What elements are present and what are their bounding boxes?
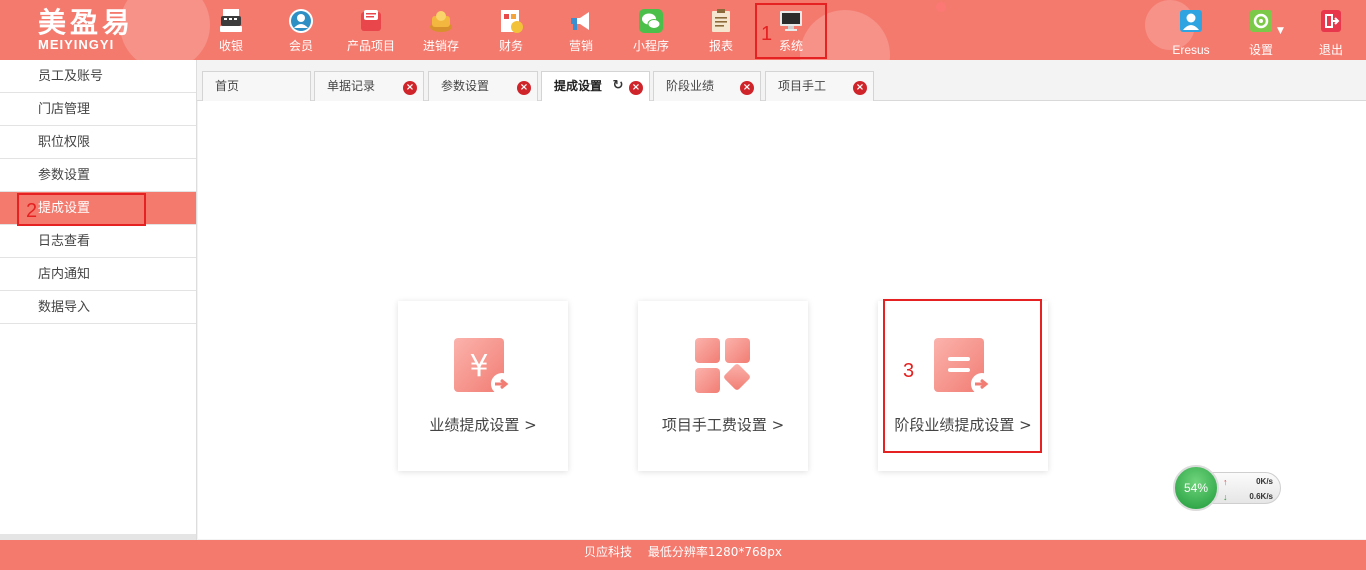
tab-bar: 首页 单据记录 × 参数设置 × 提成设置 ↻ × 阶段业绩 × 项目手工 × xyxy=(197,60,1366,102)
tab-commission[interactable]: 提成设置 ↻ × xyxy=(541,71,650,102)
tab-label: 阶段业绩 xyxy=(666,79,715,93)
user-profile[interactable]: Eresus xyxy=(1156,0,1226,60)
user-icon xyxy=(1180,10,1202,32)
footer: 贝应科技 最低分辨率1280*768px xyxy=(0,540,1366,570)
tab-params[interactable]: 参数设置 × xyxy=(428,71,538,101)
logo-text-cn: 美盈易 xyxy=(38,6,135,39)
user-name: Eresus xyxy=(1172,43,1210,57)
finance-icon xyxy=(501,10,523,33)
chevron-down-icon: ▼ xyxy=(1277,26,1284,36)
download-speed-value: 0.6K/s xyxy=(1249,492,1273,501)
top-bar: 美盈易 MEIYINGYI 收银 会员 产品项目 进销存 财务 营销 小程序 报… xyxy=(0,0,1366,60)
nav-label: 会员 xyxy=(288,39,313,53)
sidebar-item-import[interactable]: 数据导入 xyxy=(0,291,196,324)
close-icon[interactable]: × xyxy=(853,81,867,95)
settings-label: 设置 xyxy=(1248,43,1273,57)
sidebar-item-staff[interactable]: 员工及账号 xyxy=(0,60,196,93)
sidebar-item-permissions[interactable]: 职位权限 xyxy=(0,126,196,159)
member-icon xyxy=(289,9,313,33)
gear-icon xyxy=(1250,10,1272,32)
svg-text:¥: ¥ xyxy=(469,349,488,384)
nav-cashier[interactable]: 收银 xyxy=(196,0,266,60)
nav-inventory[interactable]: 进销存 xyxy=(406,0,476,60)
card-stage-commission[interactable]: 阶段业绩提成设置 > xyxy=(878,301,1048,471)
sidebar: 员工及账号 门店管理 职位权限 参数设置 提成设置 日志查看 店内通知 数据导入 xyxy=(0,60,197,540)
inventory-icon xyxy=(430,11,452,32)
nav-marketing[interactable]: 营销 xyxy=(546,0,616,60)
yuan-share-icon: ¥ xyxy=(454,338,513,395)
tab-label: 单据记录 xyxy=(327,79,376,93)
sidebar-item-logs[interactable]: 日志查看 xyxy=(0,225,196,258)
annotation-number-2: 2 xyxy=(26,200,38,222)
annotation-number-1: 1 xyxy=(761,23,773,45)
nav-label: 财务 xyxy=(498,39,523,53)
tab-stage-performance[interactable]: 阶段业绩 × xyxy=(653,71,761,101)
nav-miniprogram[interactable]: 小程序 xyxy=(616,0,686,60)
footer-resolution: 最低分辨率1280*768px xyxy=(647,545,782,559)
grid-diamond-icon xyxy=(695,338,750,393)
sidebar-item-notices[interactable]: 店内通知 xyxy=(0,258,196,291)
close-icon[interactable]: × xyxy=(740,81,754,95)
settings-menu[interactable]: 设置 ▼ xyxy=(1226,0,1296,60)
close-icon[interactable]: × xyxy=(517,81,531,95)
nav-reports[interactable]: 报表 xyxy=(686,0,756,60)
app-logo[interactable]: 美盈易 MEIYINGYI xyxy=(38,8,163,54)
tab-label: 提成设置 xyxy=(554,79,603,93)
card-labor-fee[interactable]: 项目手工费设置 > xyxy=(638,301,808,471)
arrow-up-icon: ↑ xyxy=(1223,477,1228,487)
annotation-number-3: 3 xyxy=(903,360,915,382)
footer-company: 贝应科技 xyxy=(583,545,632,559)
memory-usage-indicator[interactable]: 54% xyxy=(1173,465,1219,511)
tab-home[interactable]: 首页 xyxy=(202,71,311,101)
tab-documents[interactable]: 单据记录 × xyxy=(314,71,424,101)
nav-label: 进销存 xyxy=(422,39,459,53)
monitor-icon xyxy=(780,11,802,31)
network-speed-widget[interactable]: ↑ 0K/s ↓ 0.6K/s 54% xyxy=(1173,465,1281,511)
tab-item-labor[interactable]: 项目手工 × xyxy=(765,71,874,101)
card-performance-commission[interactable]: ¥ 业绩提成设置 > xyxy=(398,301,568,471)
wechat-icon xyxy=(639,9,663,33)
nav-label: 营销 xyxy=(568,39,593,53)
logout-icon xyxy=(1321,10,1341,32)
logout-button[interactable]: 退出 xyxy=(1296,0,1366,60)
card-label: 业绩提成设置 > xyxy=(429,416,537,434)
sidebar-item-params[interactable]: 参数设置 xyxy=(0,159,196,192)
report-icon xyxy=(712,9,730,32)
megaphone-icon xyxy=(571,12,589,30)
logo-text-en: MEIYINGYI xyxy=(38,37,115,52)
product-icon xyxy=(361,10,381,31)
nav-label: 小程序 xyxy=(632,39,669,53)
nav-label: 报表 xyxy=(708,39,733,53)
nav-label: 收银 xyxy=(218,39,243,53)
upload-speed-value: 0K/s xyxy=(1256,477,1273,486)
nav-member[interactable]: 会员 xyxy=(266,0,336,60)
nav-products[interactable]: 产品项目 xyxy=(336,0,406,60)
nav-label: 产品项目 xyxy=(346,39,395,53)
card-label: 项目手工费设置 > xyxy=(661,416,785,434)
close-icon[interactable]: × xyxy=(403,81,417,95)
decor-bubble xyxy=(936,2,946,12)
list-share-icon xyxy=(934,338,993,395)
tab-label: 首页 xyxy=(215,79,240,93)
cash-register-icon xyxy=(220,9,242,32)
arrow-down-icon: ↓ xyxy=(1223,492,1228,502)
tab-label: 参数设置 xyxy=(441,79,490,93)
refresh-icon[interactable]: ↻ xyxy=(611,79,625,93)
logout-label: 退出 xyxy=(1318,43,1343,57)
tab-label: 项目手工 xyxy=(778,79,827,93)
sidebar-item-stores[interactable]: 门店管理 xyxy=(0,93,196,126)
nav-finance[interactable]: 财务 xyxy=(476,0,546,60)
card-label: 阶段业绩提成设置 > xyxy=(894,416,1032,434)
close-icon[interactable]: × xyxy=(629,81,643,95)
